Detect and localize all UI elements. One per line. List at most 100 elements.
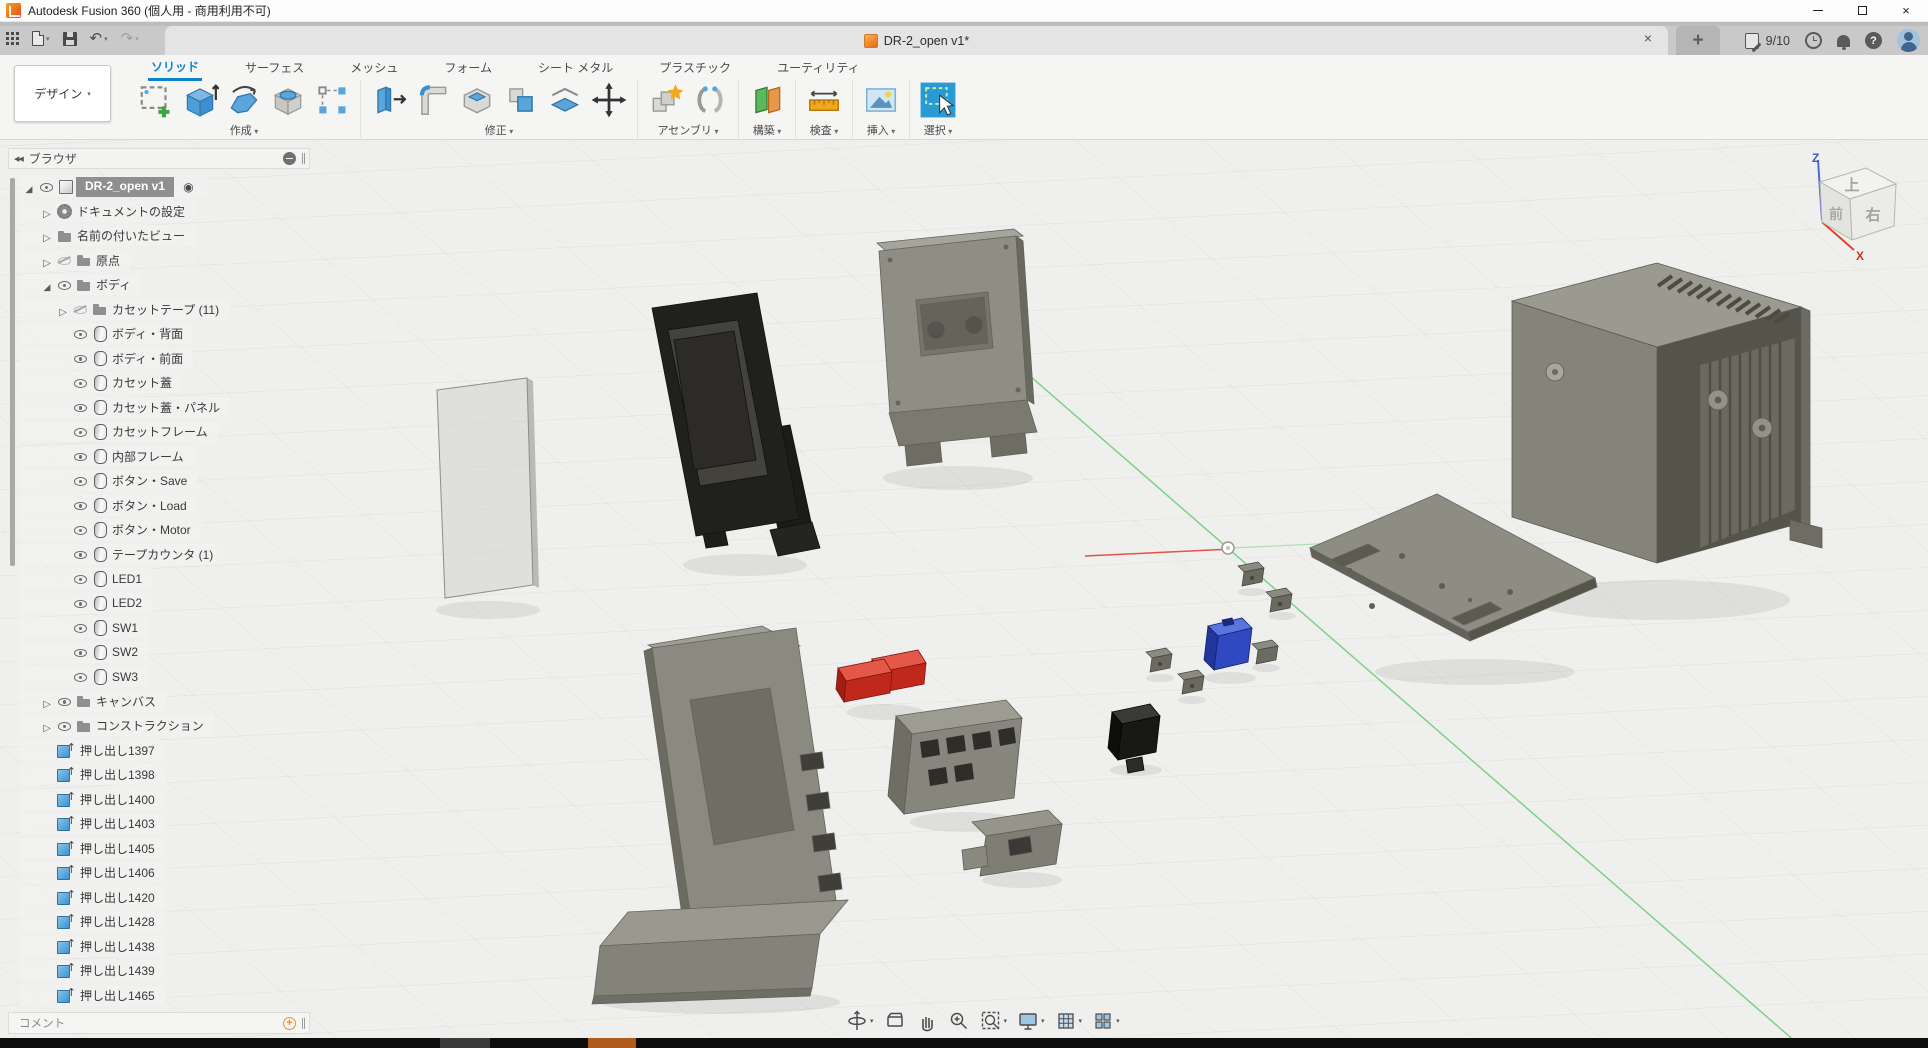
- pan-button[interactable]: [913, 1009, 941, 1033]
- combine-icon[interactable]: [502, 81, 540, 119]
- tree-row[interactable]: コンストラクション: [20, 715, 214, 736]
- tree-row[interactable]: 押し出し1438: [20, 936, 165, 957]
- browser-minimize-icon[interactable]: [283, 152, 296, 165]
- notifications-bell-icon[interactable]: [1837, 35, 1850, 47]
- file-menu-button[interactable]: ▾: [32, 31, 50, 46]
- maximize-button[interactable]: [1840, 0, 1884, 21]
- shell-icon[interactable]: [458, 81, 496, 119]
- press-pull-icon[interactable]: [370, 81, 408, 119]
- visibility-eye-icon[interactable]: [57, 694, 72, 708]
- tree-expand-arrow[interactable]: [57, 300, 69, 319]
- part-cassette-window-glass[interactable]: [437, 378, 539, 598]
- ribbon-tab[interactable]: メッシュ: [347, 57, 401, 79]
- tree-row[interactable]: DR-2_open v1: [20, 176, 207, 197]
- taskbar-active-app-segment[interactable]: [588, 1038, 636, 1048]
- create-sketch-icon[interactable]: [137, 81, 175, 119]
- tree-row[interactable]: 押し出し1397: [20, 740, 165, 761]
- tree-row[interactable]: SW1: [20, 617, 148, 638]
- tree-row[interactable]: 押し出し1420: [20, 887, 165, 908]
- part-blue-servo[interactable]: [1204, 618, 1252, 670]
- visibility-eye-icon[interactable]: [73, 351, 88, 365]
- ribbon-tab[interactable]: ソリッド: [148, 56, 202, 81]
- tree-row[interactable]: カセット蓋・パネル: [20, 397, 230, 418]
- viewports-button[interactable]: ▾: [1089, 1009, 1123, 1033]
- ribbon-tab[interactable]: シート メタル: [535, 57, 616, 79]
- browser-header[interactable]: ◀◀ ブラウザ: [8, 148, 310, 169]
- move-icon[interactable]: [590, 81, 628, 119]
- construction-plane-icon[interactable]: [748, 81, 786, 119]
- job-status-button[interactable]: 9/10: [1745, 33, 1790, 49]
- visibility-eye-icon[interactable]: [73, 645, 88, 659]
- insert-group-label[interactable]: 挿入: [867, 122, 896, 138]
- orbit-button[interactable]: ▾: [843, 1009, 877, 1033]
- tree-expand-arrow[interactable]: [23, 177, 35, 196]
- select-tool-icon[interactable]: [919, 81, 957, 119]
- construct-group-label[interactable]: 構築: [753, 122, 782, 138]
- visibility-eye-icon[interactable]: [73, 449, 88, 463]
- hole-icon[interactable]: [269, 81, 307, 119]
- tree-row[interactable]: 押し出し1428: [20, 911, 165, 932]
- visibility-eye-icon[interactable]: [73, 302, 88, 316]
- tree-row[interactable]: LED1: [20, 568, 152, 589]
- workspace-selector[interactable]: デザイン▾: [14, 65, 111, 122]
- tree-row[interactable]: ドキュメントの設定: [20, 201, 195, 222]
- display-settings-button[interactable]: ▾: [1014, 1009, 1048, 1033]
- create-group-label[interactable]: 作成: [230, 122, 259, 138]
- tree-row[interactable]: 押し出し1406: [20, 862, 165, 883]
- tree-row[interactable]: SW3: [20, 666, 148, 687]
- measure-icon[interactable]: [805, 81, 843, 119]
- offset-face-icon[interactable]: [546, 81, 584, 119]
- tree-row[interactable]: テープカウンタ (1): [20, 544, 223, 565]
- visibility-eye-icon[interactable]: [73, 547, 88, 561]
- visibility-eye-icon[interactable]: [73, 596, 88, 610]
- revolve-icon[interactable]: [225, 81, 263, 119]
- user-avatar[interactable]: [1897, 29, 1920, 52]
- tree-row[interactable]: キャンバス: [20, 691, 166, 712]
- new-component-icon[interactable]: [647, 81, 685, 119]
- tree-row[interactable]: ボタン・Save: [20, 470, 197, 491]
- tree-expand-arrow[interactable]: [41, 251, 53, 270]
- part-button-block[interactable]: [888, 700, 1022, 814]
- tree-row[interactable]: カセットテープ (11): [20, 299, 229, 320]
- help-icon[interactable]: ?: [1865, 32, 1882, 49]
- browser-drag-grip[interactable]: [302, 153, 305, 164]
- visibility-eye-icon[interactable]: [73, 572, 88, 586]
- ribbon-tab[interactable]: プラスチック: [656, 57, 734, 79]
- ribbon-tab[interactable]: フォーム: [441, 57, 495, 79]
- tree-row[interactable]: LED2: [20, 593, 152, 614]
- comment-drag-grip[interactable]: [302, 1018, 305, 1029]
- activate-component-radio[interactable]: [180, 178, 197, 195]
- select-group-label[interactable]: 選択: [924, 122, 953, 138]
- redo-button[interactable]: ↷▾: [121, 31, 139, 46]
- tree-expand-arrow[interactable]: [41, 275, 53, 294]
- visibility-eye-icon[interactable]: [73, 474, 88, 488]
- tree-expand-arrow[interactable]: [41, 226, 53, 245]
- pattern-icon[interactable]: [313, 81, 351, 119]
- tree-expand-arrow[interactable]: [41, 692, 53, 711]
- visibility-eye-icon[interactable]: [39, 180, 54, 194]
- app-launcher-icon[interactable]: [6, 32, 19, 45]
- minimize-button[interactable]: [1796, 0, 1840, 21]
- visibility-eye-icon[interactable]: [73, 425, 88, 439]
- visibility-eye-icon[interactable]: [57, 253, 72, 267]
- tree-expand-arrow[interactable]: [41, 202, 53, 221]
- tree-row[interactable]: ボディ・前面: [20, 348, 193, 369]
- tree-row[interactable]: 押し出し1400: [20, 789, 165, 810]
- tree-row[interactable]: ボタン・Load: [20, 495, 197, 516]
- tree-row[interactable]: SW2: [20, 642, 148, 663]
- view-cube[interactable]: 上 右 前 Z X: [1792, 146, 1922, 276]
- tree-expand-arrow[interactable]: [41, 716, 53, 735]
- visibility-eye-icon[interactable]: [57, 278, 72, 292]
- tree-row[interactable]: ボディ・背面: [20, 323, 193, 344]
- windows-taskbar-edge[interactable]: [0, 1038, 1928, 1048]
- visibility-eye-icon[interactable]: [73, 498, 88, 512]
- zoom-button[interactable]: [945, 1009, 973, 1033]
- modify-group-label[interactable]: 修正: [485, 122, 514, 138]
- fillet-icon[interactable]: [414, 81, 452, 119]
- look-at-button[interactable]: [881, 1009, 909, 1033]
- ribbon-tab[interactable]: ユーティリティ: [774, 57, 863, 79]
- tree-row[interactable]: 原点: [20, 250, 130, 271]
- ribbon-tab[interactable]: サーフェス: [242, 57, 307, 79]
- tree-row[interactable]: ボディ: [20, 274, 141, 295]
- tree-row[interactable]: 押し出し1403: [20, 813, 165, 834]
